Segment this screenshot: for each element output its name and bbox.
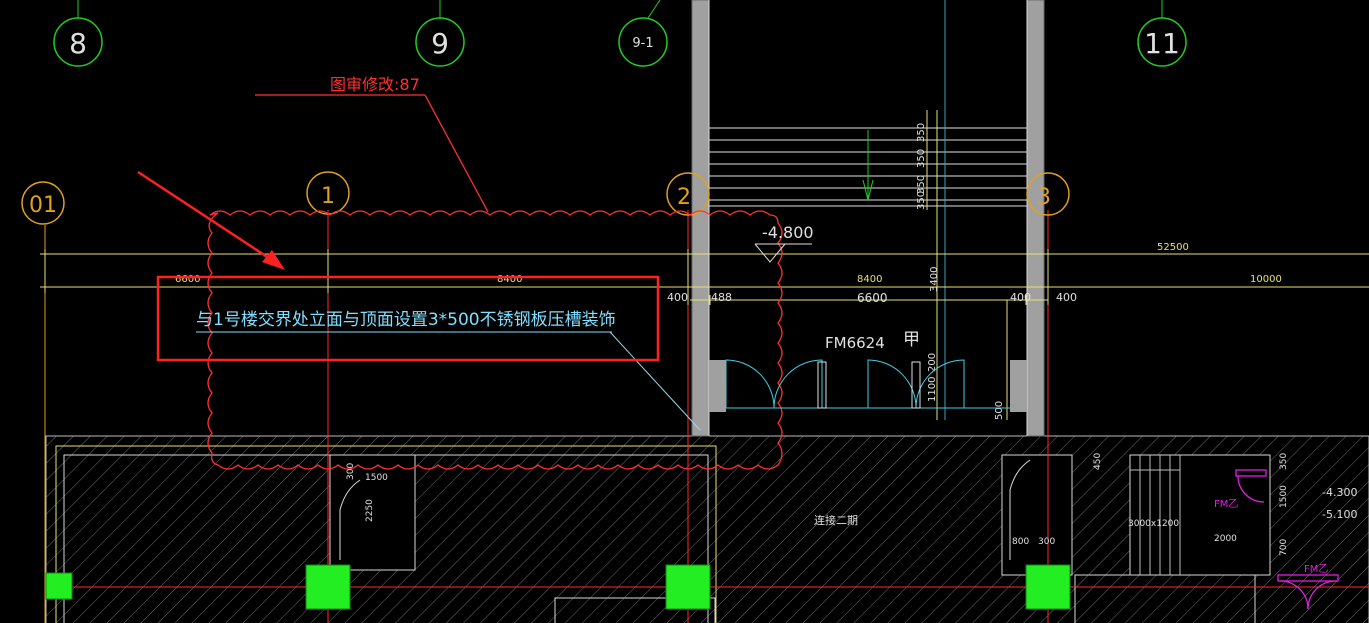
axis-bubble-9[interactable]: 9 [415, 0, 465, 67]
svg-text:11: 11 [1144, 27, 1180, 60]
svg-text:1500: 1500 [1279, 485, 1289, 508]
column [1025, 564, 1071, 610]
svg-text:3000x1200: 3000x1200 [1128, 519, 1179, 529]
svg-text:450: 450 [1093, 453, 1103, 470]
svg-text:01: 01 [29, 193, 57, 218]
dim-10000: 10000 [1250, 274, 1282, 285]
dim-350: 350 [916, 149, 927, 168]
axis-bubble-01[interactable]: 01 [21, 181, 65, 225]
fm-label: FM乙 [1304, 563, 1328, 575]
column [665, 564, 711, 610]
note-text: 与1号楼交界处立面与顶面设置3*500不锈钢板压槽装饰 [196, 310, 616, 330]
fm-label: FM乙 [1214, 498, 1238, 510]
dim-6600: 6600 [857, 291, 888, 305]
revision-tag: 图审修改:87 [330, 75, 420, 94]
svg-text:300: 300 [346, 463, 356, 480]
dimension-texts: 6600 8400 8400 52500 10000 400 488 6600 … [175, 123, 1282, 420]
dim-8400: 8400 [497, 274, 522, 285]
dim-488: 488 [711, 291, 732, 304]
svg-text:9-1: 9-1 [632, 36, 653, 51]
svg-text:9: 9 [431, 27, 449, 60]
door-label: FM6624 [825, 334, 885, 352]
elevation-label: -5.100 [1322, 508, 1357, 521]
dim-1100: 1100 [927, 377, 938, 402]
dim-350: 350 [916, 191, 927, 210]
svg-text:300: 300 [1038, 537, 1055, 547]
column [305, 564, 351, 610]
svg-text:2: 2 [677, 185, 691, 210]
dim-3400: 3400 [929, 267, 940, 292]
dim-400: 400 [667, 291, 688, 304]
svg-text:-4.800: -4.800 [762, 223, 814, 242]
stair-treads [709, 0, 1027, 420]
elevation-label: -4.300 [1322, 486, 1357, 499]
svg-text:3: 3 [1037, 185, 1051, 210]
dim-400: 400 [1010, 291, 1031, 304]
axis-bubble-1[interactable]: 1 [306, 171, 350, 215]
svg-text:2250: 2250 [365, 499, 375, 522]
axis-bubble-11[interactable]: 11 [1137, 0, 1187, 67]
note-leader [609, 331, 701, 431]
annotation-arrow [137, 170, 285, 270]
svg-text:1500: 1500 [365, 473, 388, 483]
dim-6600: 6600 [175, 274, 200, 285]
svg-text:1: 1 [321, 184, 335, 209]
door-fm6624[interactable] [725, 359, 1010, 409]
elevation-marker: -4.800 [754, 223, 814, 263]
dim-350: 350 [916, 123, 927, 142]
svg-text:700: 700 [1279, 539, 1289, 556]
axis-bubble-8[interactable]: 8 [53, 0, 103, 67]
svg-text:8: 8 [69, 27, 87, 60]
dim-8400: 8400 [857, 274, 882, 285]
dim-52500: 52500 [1157, 242, 1189, 253]
svg-text:350: 350 [1279, 453, 1289, 470]
column [45, 572, 73, 600]
door-fire-class: 甲 [903, 330, 920, 350]
axis-bubble-9-1[interactable]: 9-1 [618, 0, 668, 67]
dim-500: 500 [994, 401, 1005, 420]
link-phase2-label: 连接二期 [814, 514, 858, 527]
dim-400: 400 [1056, 291, 1077, 304]
cad-drawing-canvas[interactable]: 8 9 9-1 11 01 1 2 3 图审修改:87 -4.800 6600 … [0, 0, 1369, 623]
svg-text:800: 800 [1012, 537, 1029, 547]
svg-text:2000: 2000 [1214, 534, 1237, 544]
